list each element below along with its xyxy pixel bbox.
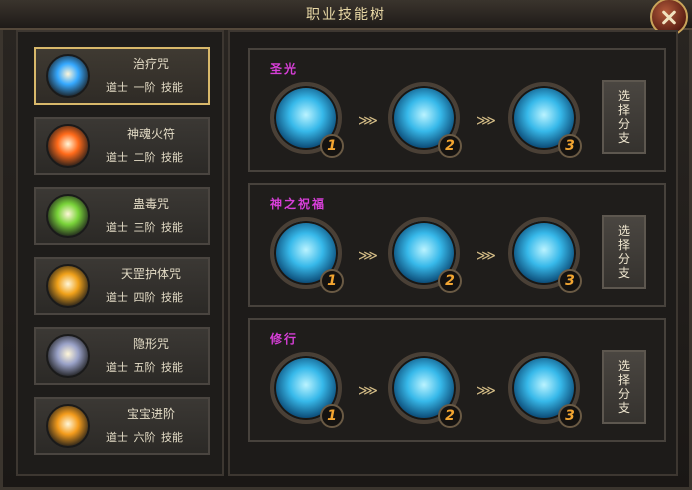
healing-icon <box>46 54 90 98</box>
fire-talisman-icon <box>46 124 90 168</box>
skill-name: 隐形咒 <box>132 337 169 351</box>
arrow-icon: ⋙ <box>476 113 496 129</box>
level-badge: 1 <box>320 404 344 428</box>
skill-desc: 道士 二阶 技能 <box>106 151 183 164</box>
select-branch-button[interactable]: 选择分支 <box>602 350 646 424</box>
branch-node-icon[interactable]: 1 <box>270 82 344 158</box>
skill-item-1[interactable]: 治疗咒 道士 一阶 技能 <box>34 47 210 105</box>
branch-node-icon[interactable]: 3 <box>508 82 582 158</box>
branch-node-icon[interactable]: 2 <box>388 82 462 158</box>
level-badge: 2 <box>438 134 462 158</box>
level-badge: 3 <box>558 134 582 158</box>
skill-desc: 道士 三阶 技能 <box>106 221 183 234</box>
level-badge: 3 <box>558 269 582 293</box>
branch-box: 圣光 1 ⋙ 2 ⋙ 3 选择分支 <box>248 48 666 172</box>
branch-box: 神之祝福 1 ⋙ 2 ⋙ 3 选择分支 <box>248 183 666 307</box>
level-badge: 3 <box>558 404 582 428</box>
branch-node-icon[interactable]: 2 <box>388 217 462 293</box>
branch-title: 圣光 <box>270 62 299 76</box>
skill-name: 天罡护体咒 <box>120 267 181 281</box>
arrow-icon: ⋙ <box>358 383 378 399</box>
skill-name: 蛊毒咒 <box>132 197 169 211</box>
skill-item-5[interactable]: 隐形咒 道士 五阶 技能 <box>34 327 210 385</box>
skill-item-3[interactable]: 蛊毒咒 道士 三阶 技能 <box>34 187 210 245</box>
pet-upgrade-icon <box>46 404 90 448</box>
skill-item-4[interactable]: 天罡护体咒 道士 四阶 技能 <box>34 257 210 315</box>
title-bar: 职业技能树 <box>0 0 692 30</box>
skill-name: 宝宝进阶 <box>126 407 175 421</box>
skill-desc: 道士 五阶 技能 <box>106 361 183 374</box>
invisibility-icon <box>46 334 90 378</box>
branch-node-icon[interactable]: 3 <box>508 217 582 293</box>
arrow-icon: ⋙ <box>476 383 496 399</box>
skill-name: 治疗咒 <box>132 57 169 71</box>
shield-skull-icon <box>46 264 90 308</box>
branch-title: 修行 <box>270 332 299 346</box>
branch-node-icon[interactable]: 1 <box>270 352 344 428</box>
skill-item-2[interactable]: 神魂火符 道士 二阶 技能 <box>34 117 210 175</box>
level-badge: 1 <box>320 134 344 158</box>
arrow-icon: ⋙ <box>358 248 378 264</box>
skill-item-6[interactable]: 宝宝进阶 道士 六阶 技能 <box>34 397 210 455</box>
select-branch-button[interactable]: 选择分支 <box>602 215 646 289</box>
level-badge: 2 <box>438 269 462 293</box>
skill-desc: 道士 六阶 技能 <box>106 431 183 444</box>
arrow-icon: ⋙ <box>358 113 378 129</box>
select-branch-button[interactable]: 选择分支 <box>602 80 646 154</box>
skill-desc: 道士 一阶 技能 <box>106 81 183 94</box>
skill-name: 神魂火符 <box>126 127 175 141</box>
level-badge: 2 <box>438 404 462 428</box>
branch-node-icon[interactable]: 2 <box>388 352 462 428</box>
poison-icon <box>46 194 90 238</box>
level-badge: 1 <box>320 269 344 293</box>
branch-node-icon[interactable]: 1 <box>270 217 344 293</box>
arrow-icon: ⋙ <box>476 248 496 264</box>
skill-desc: 道士 四阶 技能 <box>106 291 183 304</box>
window-title: 职业技能树 <box>306 7 386 23</box>
branch-box: 修行 1 ⋙ 2 ⋙ 3 选择分支 <box>248 318 666 442</box>
branch-title: 神之祝福 <box>270 197 327 211</box>
branch-node-icon[interactable]: 3 <box>508 352 582 428</box>
